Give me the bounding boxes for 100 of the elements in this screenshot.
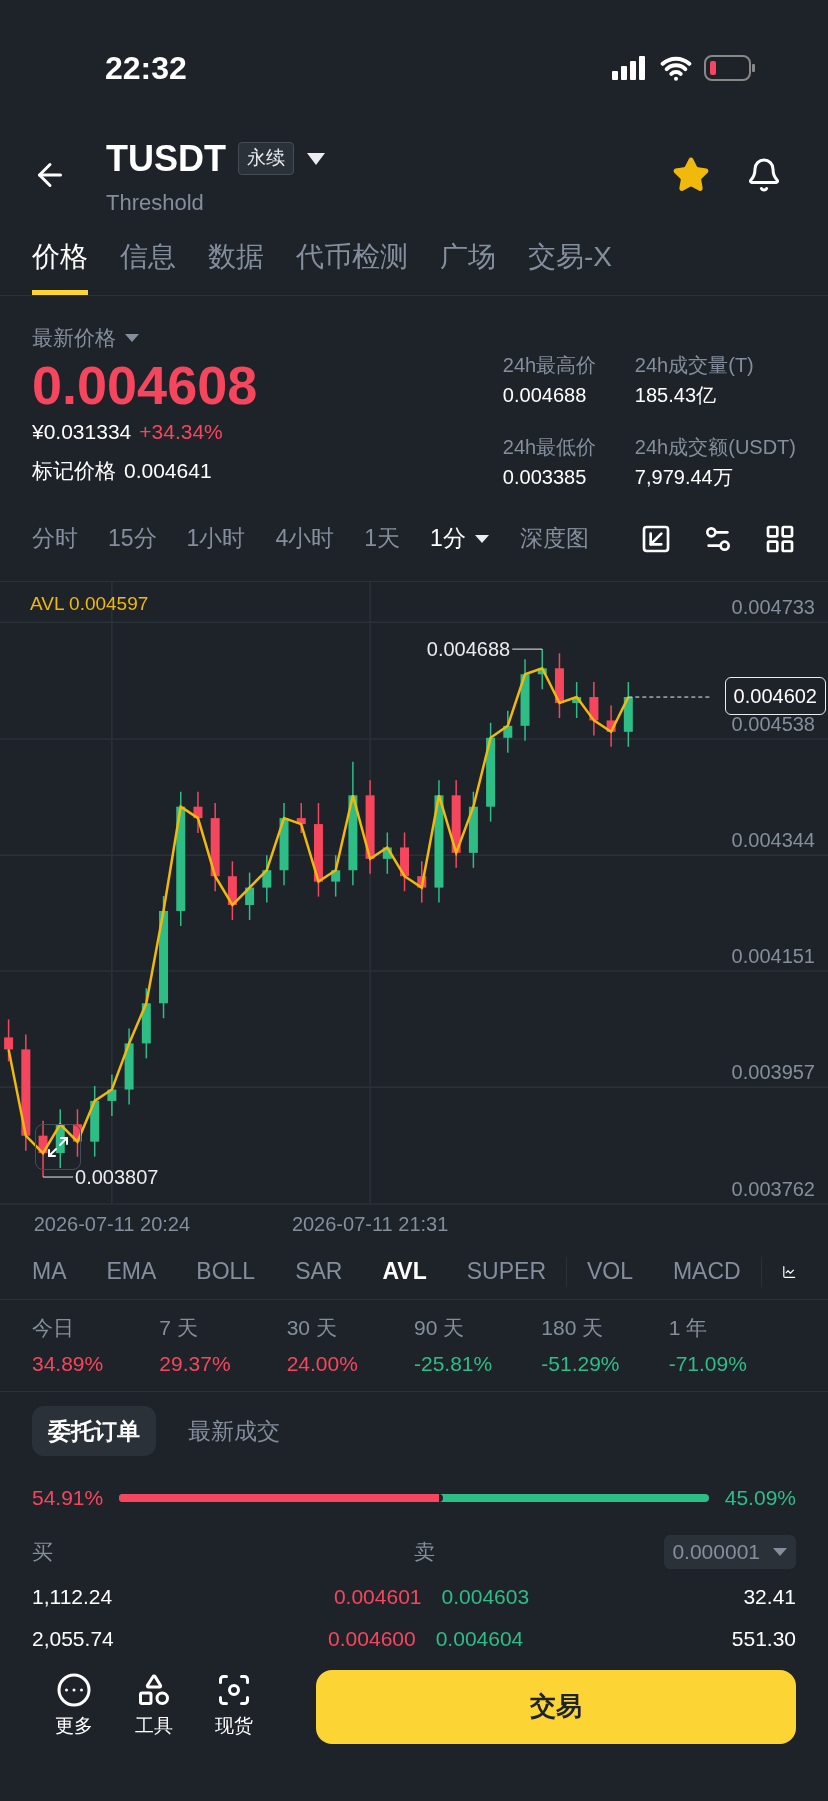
candlestick <box>72 1108 82 1158</box>
period-label: 30 天 <box>286 1315 338 1341</box>
price-axis-label: 0.004344 <box>731 829 815 852</box>
more-button[interactable]: 更多 <box>48 1672 100 1741</box>
sell-header: 卖 <box>414 1538 435 1565</box>
indicator-tab[interactable]: SAR <box>295 1254 343 1289</box>
indicator-tab[interactable]: SUPER <box>466 1254 546 1289</box>
caret-icon <box>772 1546 788 1557</box>
caret-icon[interactable] <box>306 151 326 166</box>
interval-tab[interactable]: 15分 <box>108 521 157 556</box>
interval-tab[interactable]: 4小时 <box>275 521 335 556</box>
trade-button[interactable]: 交易 <box>316 1669 796 1744</box>
bid-price: 0.004600 <box>328 1625 417 1652</box>
indicator-tab[interactable]: MACD <box>672 1254 741 1289</box>
indicator-tab[interactable]: VOL <box>586 1254 633 1289</box>
signal-icon <box>612 55 648 80</box>
candlestick <box>503 710 513 754</box>
ask-price: 0.004603 <box>440 1583 531 1610</box>
price-change: +34.34% <box>139 418 223 445</box>
favorite-star-icon[interactable] <box>672 156 710 194</box>
candlestick <box>400 831 410 892</box>
interval-tab[interactable]: 1天 <box>364 521 400 556</box>
stat-value: 185.43亿 <box>634 383 718 408</box>
stat-label: 24h最高价 <box>502 353 598 378</box>
indicator-legend: AVL 0.004597 <box>30 590 149 619</box>
annotation: 0.004688 <box>426 638 511 661</box>
cny-price: ¥0.031334 <box>32 418 132 445</box>
period-change: 24.00% <box>286 1350 359 1377</box>
contract-badge: 永续 <box>238 142 294 175</box>
period-label: 今日 <box>32 1315 75 1341</box>
interval-tab[interactable]: 深度图 <box>519 521 589 556</box>
interval-tab[interactable]: 分时 <box>32 521 78 556</box>
nav-tab[interactable]: 数据 <box>208 236 264 295</box>
price-axis-label: 0.004538 <box>731 713 815 735</box>
candlestick <box>296 802 306 834</box>
nav-tab[interactable]: 代币检测 <box>296 236 408 295</box>
interval-tab[interactable]: 1小时 <box>186 521 246 556</box>
price-axis-label: 0.004733 <box>731 596 815 619</box>
candlestick <box>107 1073 117 1117</box>
period-change: 34.89% <box>32 1350 105 1377</box>
expand-icon[interactable] <box>35 1124 81 1170</box>
candlestick <box>245 871 255 921</box>
last-price: 0.004608 <box>32 353 258 416</box>
indicator-tab[interactable]: AVL <box>382 1254 427 1289</box>
stat-label: 24h成交额(USDT) <box>634 435 796 460</box>
annotation: 0.003807 <box>75 1166 159 1189</box>
stat-value: 7,979.44万 <box>634 465 734 490</box>
candlestick <box>554 652 564 719</box>
status-time: 22:32 <box>105 48 187 88</box>
period-label: 7 天 <box>159 1315 199 1341</box>
symbol-subtitle: Threshold <box>106 188 205 217</box>
interval-tab[interactable]: 1分 <box>430 521 490 556</box>
indicator-tab[interactable]: BOLL <box>196 1254 256 1289</box>
bid-quantity: 1,112.24 <box>32 1583 114 1610</box>
price-axis-label: 0.003762 <box>731 1178 815 1200</box>
period-change: -25.81% <box>414 1350 494 1377</box>
ask-price: 0.004604 <box>434 1625 525 1652</box>
time-axis-label: 2026-07-11 20:24 <box>33 1213 191 1235</box>
price-axis-label: 0.003957 <box>731 1061 815 1084</box>
candlestick <box>589 681 599 737</box>
stat-label: 24h成交量(T) <box>634 353 755 378</box>
period-label: 180 天 <box>541 1315 605 1341</box>
period-change: -51.29% <box>541 1350 621 1377</box>
candlestick <box>606 704 616 748</box>
spot-button[interactable]: 现货 <box>208 1672 260 1741</box>
nav-tab[interactable]: 价格 <box>32 236 88 295</box>
ask-quantity: 551.30 <box>731 1625 796 1652</box>
bid-quantity: 2,055.74 <box>32 1625 115 1652</box>
nav-tab[interactable]: 广场 <box>440 236 496 295</box>
buy-header: 买 <box>32 1538 54 1565</box>
ask-quantity: 32.41 <box>743 1583 796 1610</box>
price-axis-label: 0.004151 <box>731 944 815 967</box>
stat-label: 24h最低价 <box>502 435 598 460</box>
order-tab[interactable]: 最新成交 <box>172 1406 296 1456</box>
caret-icon <box>473 533 490 544</box>
mark-price-label: 标记价格 <box>32 458 116 484</box>
period-change: 29.37% <box>159 1350 232 1377</box>
time-axis-label: 2026-07-11 21:31 <box>291 1213 449 1235</box>
tick-size-dropdown[interactable]: 0.000001 <box>664 1534 796 1569</box>
candlestick <box>572 681 582 719</box>
last-price-tag: 0.004602 <box>724 677 826 716</box>
candlestick <box>4 1018 14 1063</box>
period-label: 1 年 <box>668 1315 709 1341</box>
candlestick <box>417 860 427 904</box>
sell-ratio: 45.09% <box>724 1485 796 1511</box>
tools-button[interactable]: 工具 <box>128 1672 180 1741</box>
bell-icon[interactable] <box>746 157 782 193</box>
candlestick <box>382 831 392 875</box>
battery-icon <box>704 54 756 81</box>
nav-tab[interactable]: 交易-X <box>528 236 612 295</box>
price-label: 最新价格 <box>32 325 116 351</box>
more-icon <box>56 1672 92 1709</box>
indicator-tab[interactable]: MA <box>32 1254 67 1289</box>
indicator-tab[interactable]: EMA <box>106 1254 157 1289</box>
candlestick <box>55 1108 65 1169</box>
candlestick <box>623 681 633 748</box>
period-label: 90 天 <box>414 1315 466 1341</box>
nav-tab[interactable]: 信息 <box>120 236 176 295</box>
order-tab[interactable]: 委托订单 <box>32 1406 156 1456</box>
period-change: -71.09% <box>668 1350 748 1377</box>
